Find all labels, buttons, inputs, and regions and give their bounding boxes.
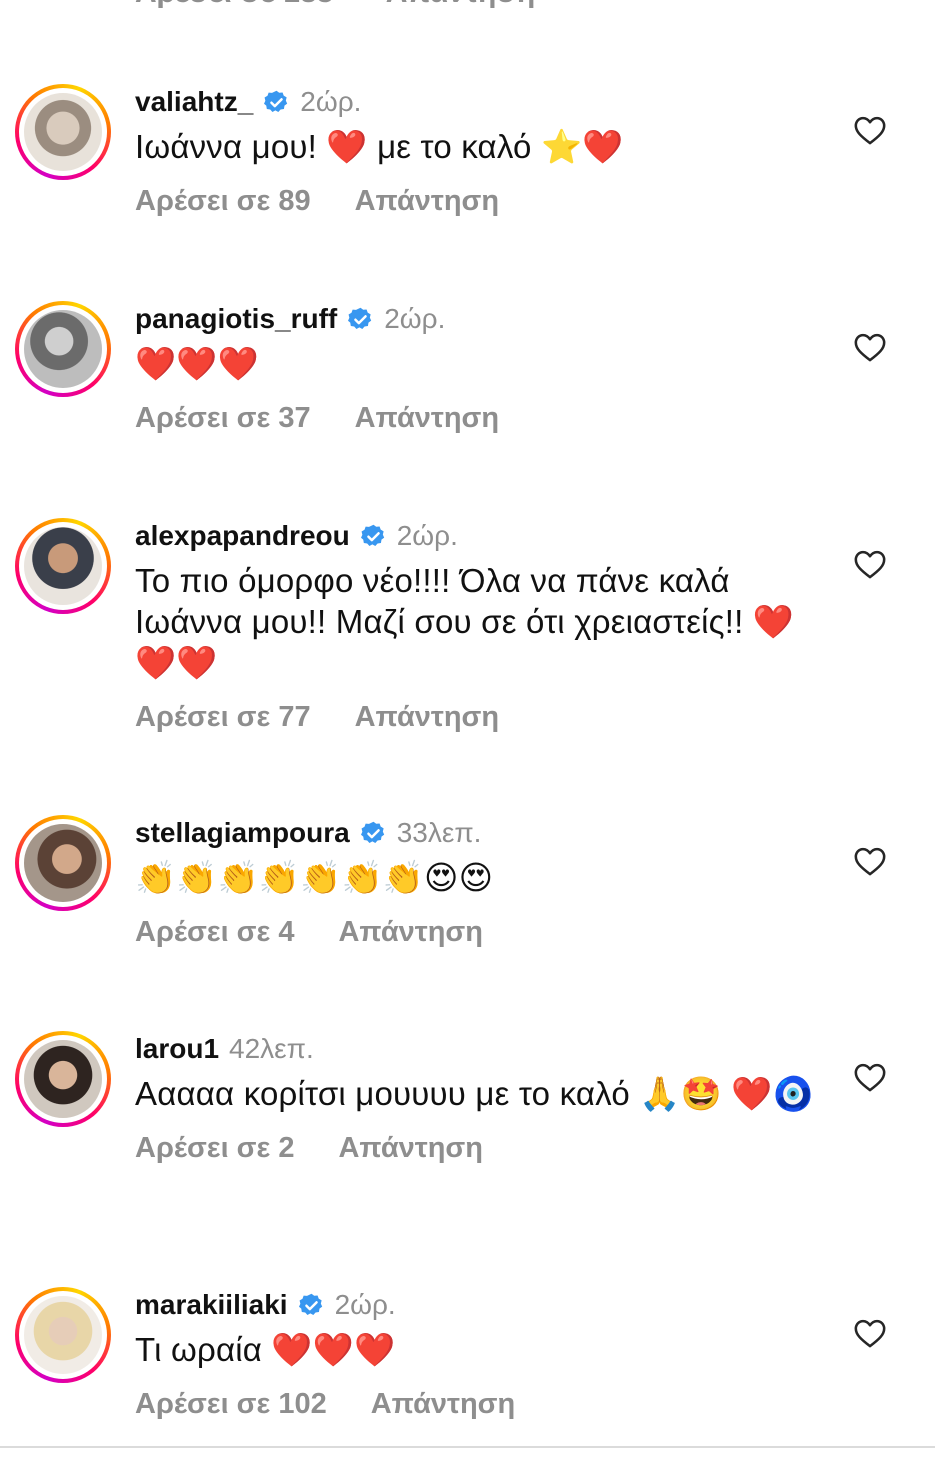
comment-text: Ααααα κορίτσι μουυυυ με το καλό 🙏🤩 ❤️🧿 <box>135 1075 814 1112</box>
like-count[interactable]: Αρέσει σε 2 <box>135 1132 294 1164</box>
verified-badge-icon <box>298 1292 325 1319</box>
comment-timestamp: 42λεπ. <box>229 1033 314 1064</box>
heart-outline-icon[interactable] <box>853 845 887 877</box>
avatar <box>24 527 102 605</box>
previous-reply-button[interactable]: Απάντηση <box>386 0 536 9</box>
reply-button[interactable]: Απάντηση <box>338 916 483 948</box>
heart-outline-icon[interactable] <box>853 1061 887 1093</box>
avatar-story-ring[interactable] <box>15 301 111 397</box>
like-count[interactable]: Αρέσει σε 77 <box>135 701 311 733</box>
verified-badge-icon <box>360 820 387 847</box>
verified-badge-icon <box>360 523 387 550</box>
comment-timestamp: 2ώρ. <box>300 86 362 117</box>
verified-badge-icon <box>263 89 290 116</box>
avatar <box>24 93 102 171</box>
comment-username[interactable]: marakiiliaki <box>135 1289 288 1321</box>
avatar-story-ring[interactable] <box>15 1287 111 1383</box>
comment-timestamp: 2ώρ. <box>384 303 446 334</box>
comment-username[interactable]: stellagiampoura <box>135 817 350 849</box>
heart-outline-icon[interactable] <box>853 1317 887 1349</box>
like-count[interactable]: Αρέσει σε 37 <box>135 402 311 434</box>
comment-username[interactable]: valiahtz_ <box>135 86 253 118</box>
avatar <box>24 824 102 902</box>
reply-button[interactable]: Απάντηση <box>371 1388 516 1420</box>
comment-username[interactable]: larou1 <box>135 1033 219 1065</box>
bottom-divider <box>0 1446 935 1448</box>
comment-text: Το πιο όμορφο νέο!!!! Όλα να πάνε καλά Ι… <box>135 562 795 681</box>
avatar-story-ring[interactable] <box>15 815 111 911</box>
comment-username[interactable]: panagiotis_ruff <box>135 303 337 335</box>
avatar <box>24 1040 102 1118</box>
reply-button[interactable]: Απάντηση <box>355 701 500 733</box>
comment-text: Ιωάννα μου! ❤️ με το καλό ⭐❤️ <box>135 128 624 165</box>
avatar <box>24 310 102 388</box>
comment-timestamp: 2ώρ. <box>396 520 458 551</box>
comment-text: ❤️❤️❤️ <box>135 345 259 382</box>
heart-outline-icon[interactable] <box>853 114 887 146</box>
reply-button[interactable]: Απάντηση <box>338 1132 483 1164</box>
verified-badge-icon <box>347 306 374 333</box>
like-count[interactable]: Αρέσει σε 89 <box>135 185 311 217</box>
like-count[interactable]: Αρέσει σε 4 <box>135 916 294 948</box>
reply-button[interactable]: Απάντηση <box>355 185 500 217</box>
comment-username[interactable]: alexpapandreou <box>135 520 350 552</box>
avatar-story-ring[interactable] <box>15 518 111 614</box>
previous-comment-actions: Αρέσει σε 183 Απάντηση <box>135 0 535 10</box>
comment-timestamp: 33λεπ. <box>396 817 482 848</box>
heart-outline-icon[interactable] <box>853 331 887 363</box>
previous-like-count[interactable]: Αρέσει σε 183 <box>135 0 333 9</box>
reply-button[interactable]: Απάντηση <box>355 402 500 434</box>
heart-outline-icon[interactable] <box>853 548 887 580</box>
like-count[interactable]: Αρέσει σε 102 <box>135 1388 327 1420</box>
comment-text: Τι ωραία ❤️❤️❤️ <box>135 1331 396 1368</box>
comment-timestamp: 2ώρ. <box>334 1289 396 1320</box>
avatar-story-ring[interactable] <box>15 84 111 180</box>
avatar-story-ring[interactable] <box>15 1031 111 1127</box>
avatar <box>24 1296 102 1374</box>
comment-text: 👏👏👏👏👏👏👏😍😍 <box>135 859 494 896</box>
